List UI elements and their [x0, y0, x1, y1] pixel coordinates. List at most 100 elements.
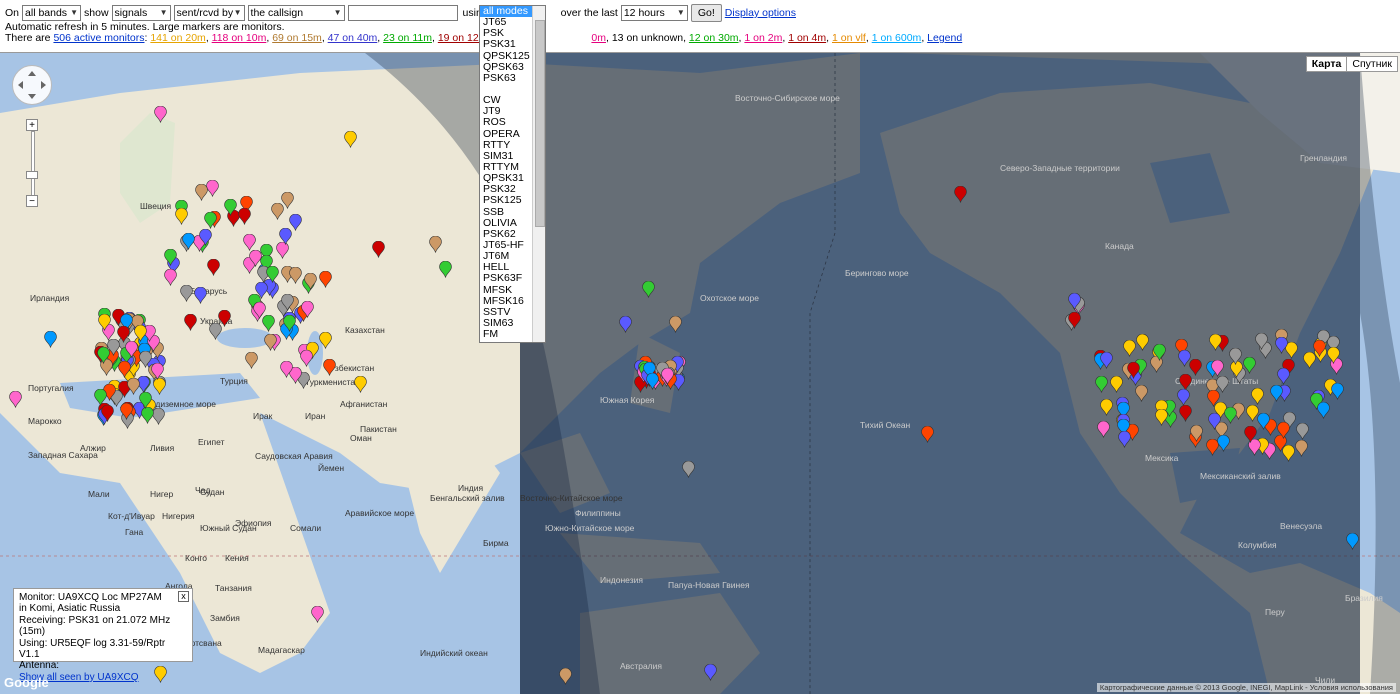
station-marker[interactable]	[255, 282, 268, 299]
station-marker[interactable]	[668, 316, 682, 333]
station-marker[interactable]	[1224, 407, 1237, 424]
go-button[interactable]: Go!	[690, 4, 722, 22]
station-marker[interactable]	[618, 316, 632, 333]
station-marker[interactable]	[1270, 385, 1284, 402]
station-marker[interactable]	[206, 180, 220, 197]
pan-control[interactable]	[12, 65, 52, 105]
station-marker[interactable]	[310, 606, 324, 623]
station-marker[interactable]	[1229, 347, 1243, 365]
station-marker[interactable]	[681, 461, 695, 478]
station-marker[interactable]	[138, 351, 152, 368]
station-marker[interactable]	[264, 333, 277, 351]
station-marker[interactable]	[1117, 430, 1131, 448]
station-marker[interactable]	[1216, 375, 1229, 393]
station-marker[interactable]	[1100, 351, 1113, 369]
callsign-mode-select[interactable]: the callsign	[247, 5, 345, 21]
station-marker[interactable]	[1153, 343, 1167, 361]
station-marker[interactable]	[661, 367, 674, 385]
station-marker[interactable]	[318, 271, 332, 288]
station-marker[interactable]	[301, 301, 315, 318]
map-type-satellite-button[interactable]: Спутник	[1346, 57, 1397, 71]
station-marker[interactable]	[953, 186, 967, 203]
zoom-slider-handle[interactable]	[26, 171, 38, 179]
modes-dropdown[interactable]: all modes JT65 PSK PSK31 QPSK125 QPSK63 PSK63 …	[479, 5, 546, 343]
station-marker[interactable]	[249, 249, 263, 267]
station-marker[interactable]	[1207, 413, 1221, 430]
station-marker[interactable]	[920, 426, 934, 443]
station-marker[interactable]	[1190, 424, 1204, 442]
station-marker[interactable]	[100, 404, 114, 422]
station-marker[interactable]	[1210, 359, 1224, 377]
band-count-link[interactable]: 23 on 11m	[383, 32, 432, 44]
band-count-link[interactable]: 69 on 15m	[272, 32, 322, 44]
station-marker[interactable]	[1155, 408, 1169, 426]
station-marker[interactable]	[371, 241, 385, 258]
station-marker[interactable]	[134, 324, 147, 342]
period-select[interactable]: 12 hours	[620, 5, 688, 21]
map-copyright[interactable]: Картографические данные © 2013 Google, I…	[1096, 683, 1396, 692]
station-marker[interactable]	[207, 259, 220, 277]
zoom-out-button[interactable]: −	[26, 195, 38, 207]
station-marker[interactable]	[353, 376, 367, 393]
station-marker[interactable]	[1178, 404, 1192, 422]
signals-select[interactable]: signals	[111, 5, 171, 21]
band-count-link[interactable]: 1 on 4m	[788, 32, 826, 44]
station-marker[interactable]	[117, 326, 130, 343]
station-marker[interactable]	[184, 314, 198, 331]
station-marker[interactable]	[641, 281, 655, 298]
band-count-link[interactable]: 1 on 2m	[744, 32, 782, 44]
station-marker[interactable]	[280, 293, 294, 311]
station-marker[interactable]	[1110, 376, 1123, 393]
station-marker[interactable]	[283, 314, 297, 332]
station-marker[interactable]	[1251, 388, 1264, 405]
station-marker[interactable]	[1177, 388, 1191, 406]
station-marker[interactable]	[288, 214, 302, 231]
station-marker[interactable]	[1316, 402, 1330, 420]
station-marker[interactable]	[1068, 292, 1081, 310]
station-marker[interactable]	[1097, 420, 1110, 438]
station-marker[interactable]	[193, 286, 207, 304]
station-marker[interactable]	[319, 331, 333, 349]
band-count-link[interactable]: 118 on 10m	[212, 32, 267, 44]
band-count-link[interactable]: 47 on 40m	[328, 32, 378, 44]
station-marker[interactable]	[1123, 340, 1136, 357]
station-marker[interactable]	[1313, 340, 1327, 357]
station-marker[interactable]	[1330, 383, 1344, 400]
station-marker[interactable]	[252, 302, 266, 319]
station-marker[interactable]	[164, 268, 177, 286]
zoom-slider-track[interactable]	[31, 131, 35, 197]
direction-select[interactable]: sent/rcvd by	[173, 5, 245, 21]
station-marker[interactable]	[1216, 434, 1230, 452]
station-marker[interactable]	[1243, 356, 1256, 374]
station-marker[interactable]	[43, 331, 57, 348]
bands-select[interactable]: all bands	[22, 5, 82, 21]
station-marker[interactable]	[1189, 358, 1202, 376]
station-marker[interactable]	[153, 378, 166, 396]
map-canvas[interactable]: ШвецияИрландияБеларусьУкраинаКазахстанИт…	[0, 53, 1400, 694]
band-count-fragment[interactable]: 0m	[591, 32, 606, 44]
google-logo[interactable]: Google	[4, 675, 49, 690]
station-marker[interactable]	[237, 208, 251, 225]
station-marker[interactable]	[1327, 347, 1341, 364]
station-marker[interactable]	[94, 389, 107, 406]
legend-link[interactable]: Legend	[927, 32, 962, 44]
station-marker[interactable]	[1135, 384, 1148, 402]
station-marker[interactable]	[98, 313, 112, 331]
station-marker[interactable]	[558, 668, 572, 685]
band-count-link[interactable]: 12 on 30m	[689, 32, 739, 44]
band-count-link[interactable]: 1 on vlf	[832, 32, 866, 44]
station-marker[interactable]	[199, 228, 213, 246]
station-marker[interactable]	[174, 207, 188, 225]
station-marker[interactable]	[1067, 312, 1081, 330]
station-marker[interactable]	[245, 352, 258, 370]
station-marker[interactable]	[1127, 361, 1140, 379]
station-marker[interactable]	[203, 212, 217, 229]
dropdown-scrollbar[interactable]	[532, 6, 545, 342]
station-marker[interactable]	[288, 267, 302, 284]
station-marker[interactable]	[1136, 334, 1149, 352]
station-marker[interactable]	[1276, 368, 1290, 385]
zoom-in-button[interactable]: +	[26, 119, 38, 131]
station-marker[interactable]	[138, 392, 152, 409]
station-marker[interactable]	[243, 233, 256, 251]
map-type-map-button[interactable]: Карта	[1307, 57, 1347, 71]
